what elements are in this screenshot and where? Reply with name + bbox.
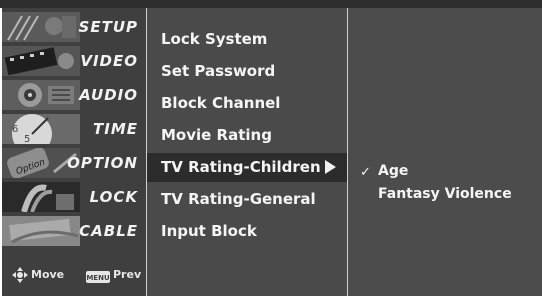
svg-text:6: 6 bbox=[12, 124, 18, 135]
tv-rating-children-panel: ✓ Age Fantasy Violence bbox=[348, 8, 542, 296]
submenu-item-tv-rating-general[interactable]: TV Rating-General bbox=[161, 190, 316, 208]
main-menu-label: TIME bbox=[93, 120, 138, 138]
cable-icon bbox=[2, 216, 80, 246]
submenu-item-block-channel[interactable]: Block Channel bbox=[161, 94, 280, 112]
main-menu-item-cable[interactable]: CABLE bbox=[2, 216, 146, 246]
submenu-item-set-password[interactable]: Set Password bbox=[161, 62, 275, 80]
option-fantasy-violence[interactable]: Fantasy Violence bbox=[378, 186, 512, 202]
menu-key-label: MENU bbox=[86, 274, 110, 282]
submenu-item-tv-rating-children[interactable]: TV Rating-Children bbox=[161, 158, 321, 176]
main-menu-item-audio[interactable]: AUDIO bbox=[2, 80, 146, 110]
main-menu-item-option[interactable]: Option OPTION bbox=[2, 148, 146, 178]
tv-osd-menu: SETUP VIDEO AUDIO 65 TIME Option OPTION bbox=[0, 0, 542, 298]
submenu-item-lock-system[interactable]: Lock System bbox=[161, 30, 267, 48]
main-menu-item-lock[interactable]: LOCK bbox=[2, 182, 146, 212]
main-menu-item-setup[interactable]: SETUP bbox=[2, 12, 146, 42]
menu-key-icon: MENU bbox=[86, 268, 110, 287]
setup-icon bbox=[2, 12, 80, 42]
main-menu-label: CABLE bbox=[79, 222, 138, 240]
main-menu-item-time[interactable]: 65 TIME bbox=[2, 114, 146, 144]
navigation-hint: Move MENU Prev bbox=[2, 258, 146, 292]
checkmark-icon: ✓ bbox=[360, 165, 371, 180]
prev-label: Prev bbox=[113, 268, 142, 281]
top-bar bbox=[0, 0, 542, 8]
main-menu-panel: SETUP VIDEO AUDIO 65 TIME Option OPTION bbox=[2, 8, 146, 296]
main-menu-label: VIDEO bbox=[80, 52, 138, 70]
submenu-arrow-icon bbox=[325, 160, 336, 174]
main-menu-label: LOCK bbox=[89, 188, 138, 206]
lock-icon bbox=[2, 182, 80, 212]
main-menu-item-video[interactable]: VIDEO bbox=[2, 46, 146, 76]
time-icon: 65 bbox=[2, 114, 80, 144]
svg-text:5: 5 bbox=[24, 134, 30, 144]
video-icon bbox=[2, 46, 80, 76]
audio-icon bbox=[2, 80, 80, 110]
submenu-item-input-block[interactable]: Input Block bbox=[161, 222, 257, 240]
main-menu-label: OPTION bbox=[67, 154, 138, 172]
option-age[interactable]: Age bbox=[378, 163, 408, 179]
move-label: Move bbox=[31, 268, 65, 281]
lock-submenu-panel: Lock System Set Password Block Channel M… bbox=[146, 8, 348, 296]
main-menu-label: SETUP bbox=[78, 18, 138, 36]
main-menu-label: AUDIO bbox=[79, 86, 138, 104]
submenu-item-movie-rating[interactable]: Movie Rating bbox=[161, 126, 272, 144]
move-dpad-icon bbox=[12, 267, 28, 287]
